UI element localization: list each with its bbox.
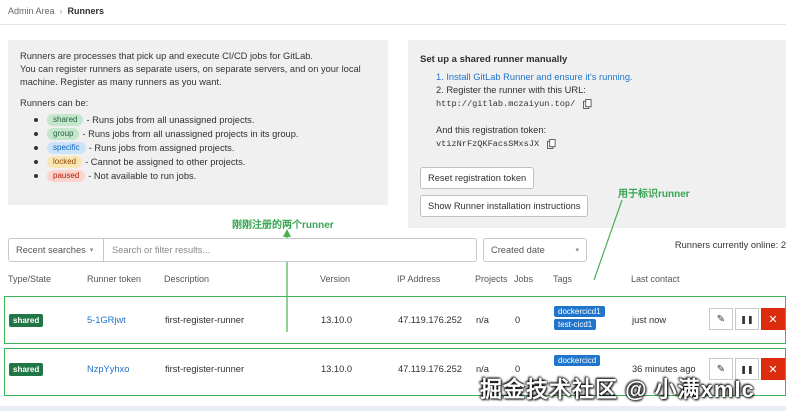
search-input[interactable] — [104, 239, 476, 261]
col-header-version: Version — [320, 274, 351, 284]
tag-badge: dockercicd1 — [554, 306, 605, 317]
runner-version: 13.10.0 — [321, 315, 353, 325]
runner-tags: dockercicd — [554, 355, 601, 368]
col-header-jobs: Jobs — [514, 274, 534, 284]
runner-description: first-register-runner — [165, 364, 245, 374]
close-icon: ✕ — [768, 313, 778, 326]
runner-last-contact: just now — [632, 315, 667, 325]
col-header-description: Description — [164, 274, 210, 284]
col-header-ip: IP Address — [397, 274, 441, 284]
delete-button[interactable]: ✕ — [761, 308, 785, 330]
type-shared-badge: shared — [9, 314, 44, 327]
filter-search-group: Recent searches ▾ — [8, 238, 477, 262]
pause-button[interactable]: ❚❚ — [735, 308, 759, 330]
delete-button[interactable]: ✕ — [761, 358, 785, 380]
type-shared-badge: shared — [9, 363, 44, 376]
runners-online-count: Runners currently online: 2 — [674, 240, 786, 250]
sort-label: Created date — [491, 245, 545, 255]
recent-searches-dropdown[interactable]: Recent searches ▾ — [9, 239, 104, 261]
col-header-last-contact: Last contact — [631, 274, 680, 284]
runner-token-link[interactable]: 5-1GRjwt — [87, 315, 126, 325]
col-header-token: Runner token — [87, 274, 142, 284]
arrow-head-registered — [283, 229, 291, 237]
tag-badge: test-cicd1 — [554, 319, 597, 330]
pencil-icon: ✎ — [716, 313, 726, 325]
runner-jobs: 0 — [515, 315, 521, 325]
bottom-strip — [0, 406, 786, 411]
watermark: 掘金技术社区 @ 小满xmlc — [480, 377, 755, 402]
tag-badge: dockercicd — [554, 355, 601, 366]
edit-button[interactable]: ✎ — [709, 308, 733, 330]
runner-tags: dockercicd1 test-cicd1 — [554, 306, 605, 332]
runner-token-link[interactable]: NzpYyhxo — [87, 364, 129, 374]
table-row: shared 5-1GRjwt first-register-runner 13… — [4, 296, 786, 344]
sort-dropdown[interactable]: Created date ▾ — [483, 238, 587, 262]
runner-version: 13.10.0 — [321, 364, 353, 374]
pause-icon: ❚❚ — [740, 314, 754, 324]
recent-searches-label: Recent searches — [16, 245, 86, 255]
chevron-down-icon: ▾ — [89, 247, 94, 254]
runner-ip: 47.119.176.252 — [398, 364, 462, 374]
col-header-projects: Projects — [475, 274, 508, 284]
runner-projects: n/a — [476, 315, 489, 325]
runner-description: first-register-runner — [165, 315, 245, 325]
chevron-down-icon: ▾ — [575, 247, 579, 254]
runner-ip: 47.119.176.252 — [398, 315, 462, 325]
arrow-line-identify — [593, 199, 623, 281]
col-header-type: Type/State — [8, 274, 52, 284]
close-icon: ✕ — [768, 363, 778, 376]
col-header-tags: Tags — [553, 274, 573, 284]
